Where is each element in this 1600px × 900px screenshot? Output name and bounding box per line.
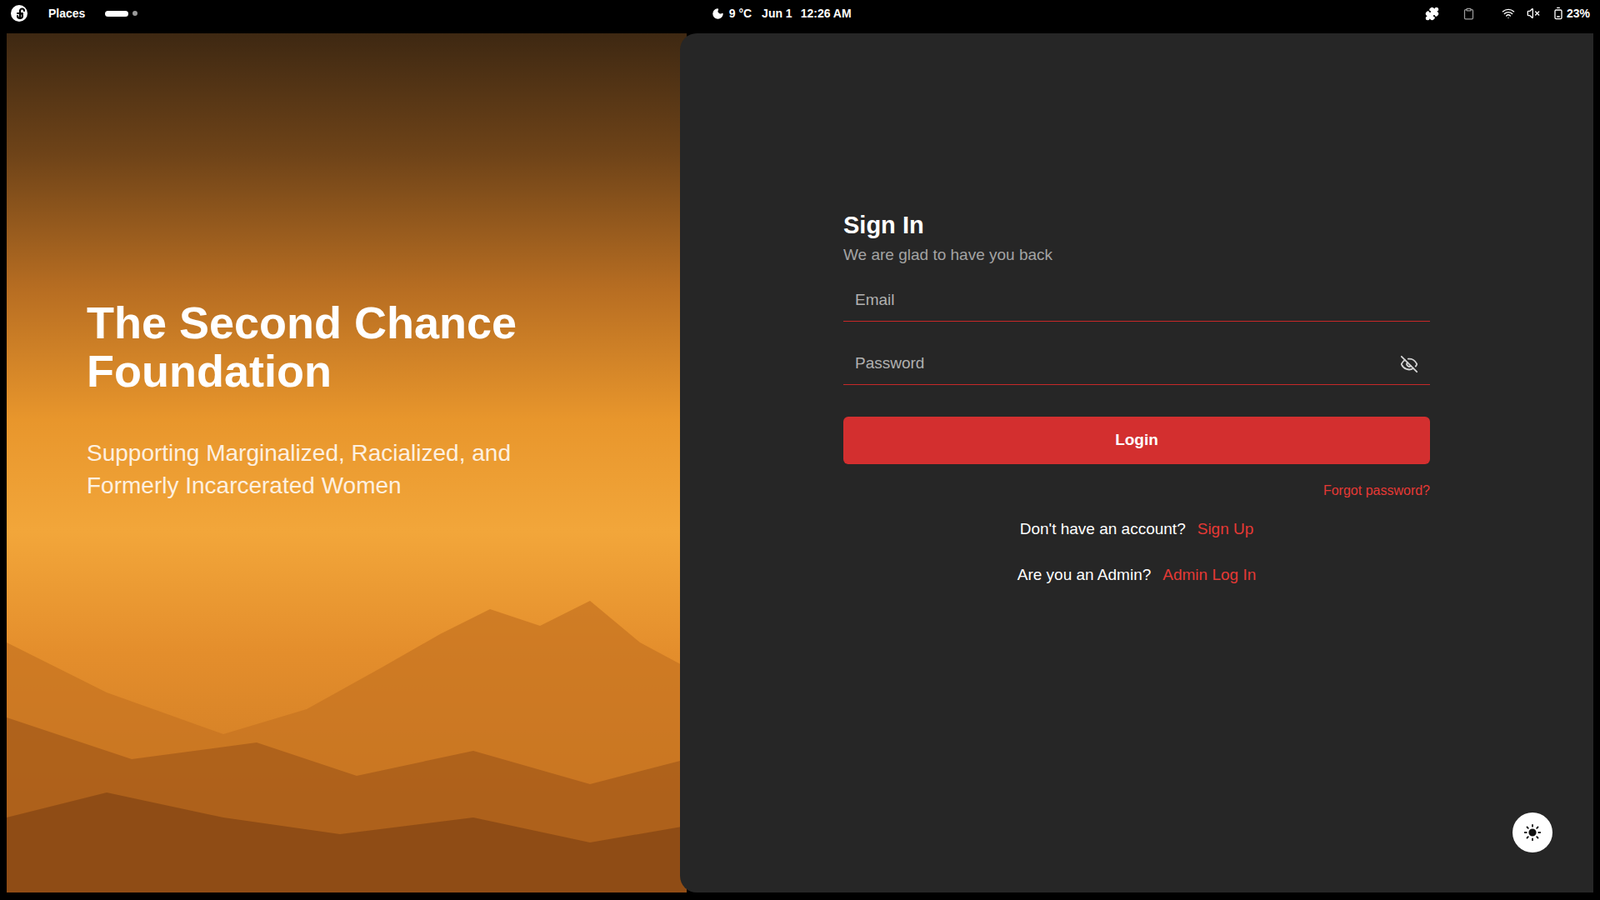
clock[interactable]: 9 °C Jun 1 12:26 AM bbox=[711, 5, 852, 23]
account-links: Don't have an account? Sign Up Are you an … bbox=[843, 517, 1430, 587]
login-button[interactable]: Login bbox=[843, 416, 1430, 465]
eye-off-icon[interactable] bbox=[1400, 355, 1419, 374]
fedora-logo-icon[interactable] bbox=[10, 4, 29, 23]
clipboard-icon[interactable] bbox=[1462, 7, 1475, 20]
account-link-row: Don't have an account? Sign Up bbox=[1020, 517, 1255, 542]
volume-muted-icon bbox=[1526, 6, 1540, 20]
time: 12:26 AM bbox=[800, 5, 852, 23]
sign-in-form: Sign In We are glad to have you back Login… bbox=[843, 33, 1430, 893]
account-link-row: Are you an Admin? Admin Log In bbox=[1017, 563, 1257, 588]
forgot-password-link[interactable]: Forgot password? bbox=[1323, 480, 1430, 501]
weather: 9 °C bbox=[729, 5, 752, 23]
account-link[interactable]: Sign Up bbox=[1197, 517, 1255, 542]
password-input[interactable] bbox=[855, 351, 1400, 376]
input-field[interactable] bbox=[843, 280, 1430, 322]
hero-subtitle: Supporting Marginalized, Racialized, and… bbox=[86, 436, 604, 502]
moon-icon bbox=[711, 7, 725, 20]
wifi-icon bbox=[1501, 6, 1515, 20]
sign-in-panel: Sign In We are glad to have you back Login… bbox=[680, 33, 1594, 893]
app-window: The Second Chance Foundation Supporting M… bbox=[6, 33, 1594, 893]
account-link[interactable]: Admin Log In bbox=[1162, 563, 1256, 588]
link-prompt: Don't have an account? bbox=[1020, 517, 1186, 542]
workspace-indicator[interactable] bbox=[105, 10, 138, 17]
desktop: Places 9 °C Jun 1 12:26 AM 23% The Second Cha… bbox=[0, 0, 1600, 900]
hero-panel: The Second Chance Foundation Supporting M… bbox=[6, 33, 687, 893]
puzzle-icon[interactable] bbox=[1425, 6, 1440, 21]
places-menu[interactable]: Places bbox=[43, 5, 90, 23]
battery-icon bbox=[1551, 6, 1565, 20]
link-prompt: Are you an Admin? bbox=[1017, 563, 1152, 588]
system-tray[interactable]: 23% bbox=[1425, 5, 1590, 23]
date: Jun 1 bbox=[761, 5, 793, 23]
workspace-dot[interactable] bbox=[105, 10, 129, 17]
input-field[interactable] bbox=[843, 343, 1430, 385]
top-bar-left: Places bbox=[10, 4, 138, 23]
sun-icon bbox=[1523, 823, 1542, 842]
window-area: The Second Chance Foundation Supporting M… bbox=[0, 26, 1600, 900]
email-input[interactable] bbox=[855, 288, 1419, 313]
mountains-icon bbox=[6, 542, 687, 893]
battery-level: 23% bbox=[1566, 5, 1590, 23]
form-fields bbox=[843, 280, 1430, 385]
workspace-dot[interactable] bbox=[132, 10, 138, 16]
top-bar: Places 9 °C Jun 1 12:26 AM 23% bbox=[0, 0, 1600, 27]
form-title: Sign In bbox=[843, 210, 1430, 240]
hero-text: The Second Chance Foundation Supporting M… bbox=[6, 33, 687, 502]
theme-toggle-button[interactable] bbox=[1512, 812, 1553, 853]
hero-title: The Second Chance Foundation bbox=[86, 298, 620, 395]
form-subtitle: We are glad to have you back bbox=[843, 243, 1430, 267]
